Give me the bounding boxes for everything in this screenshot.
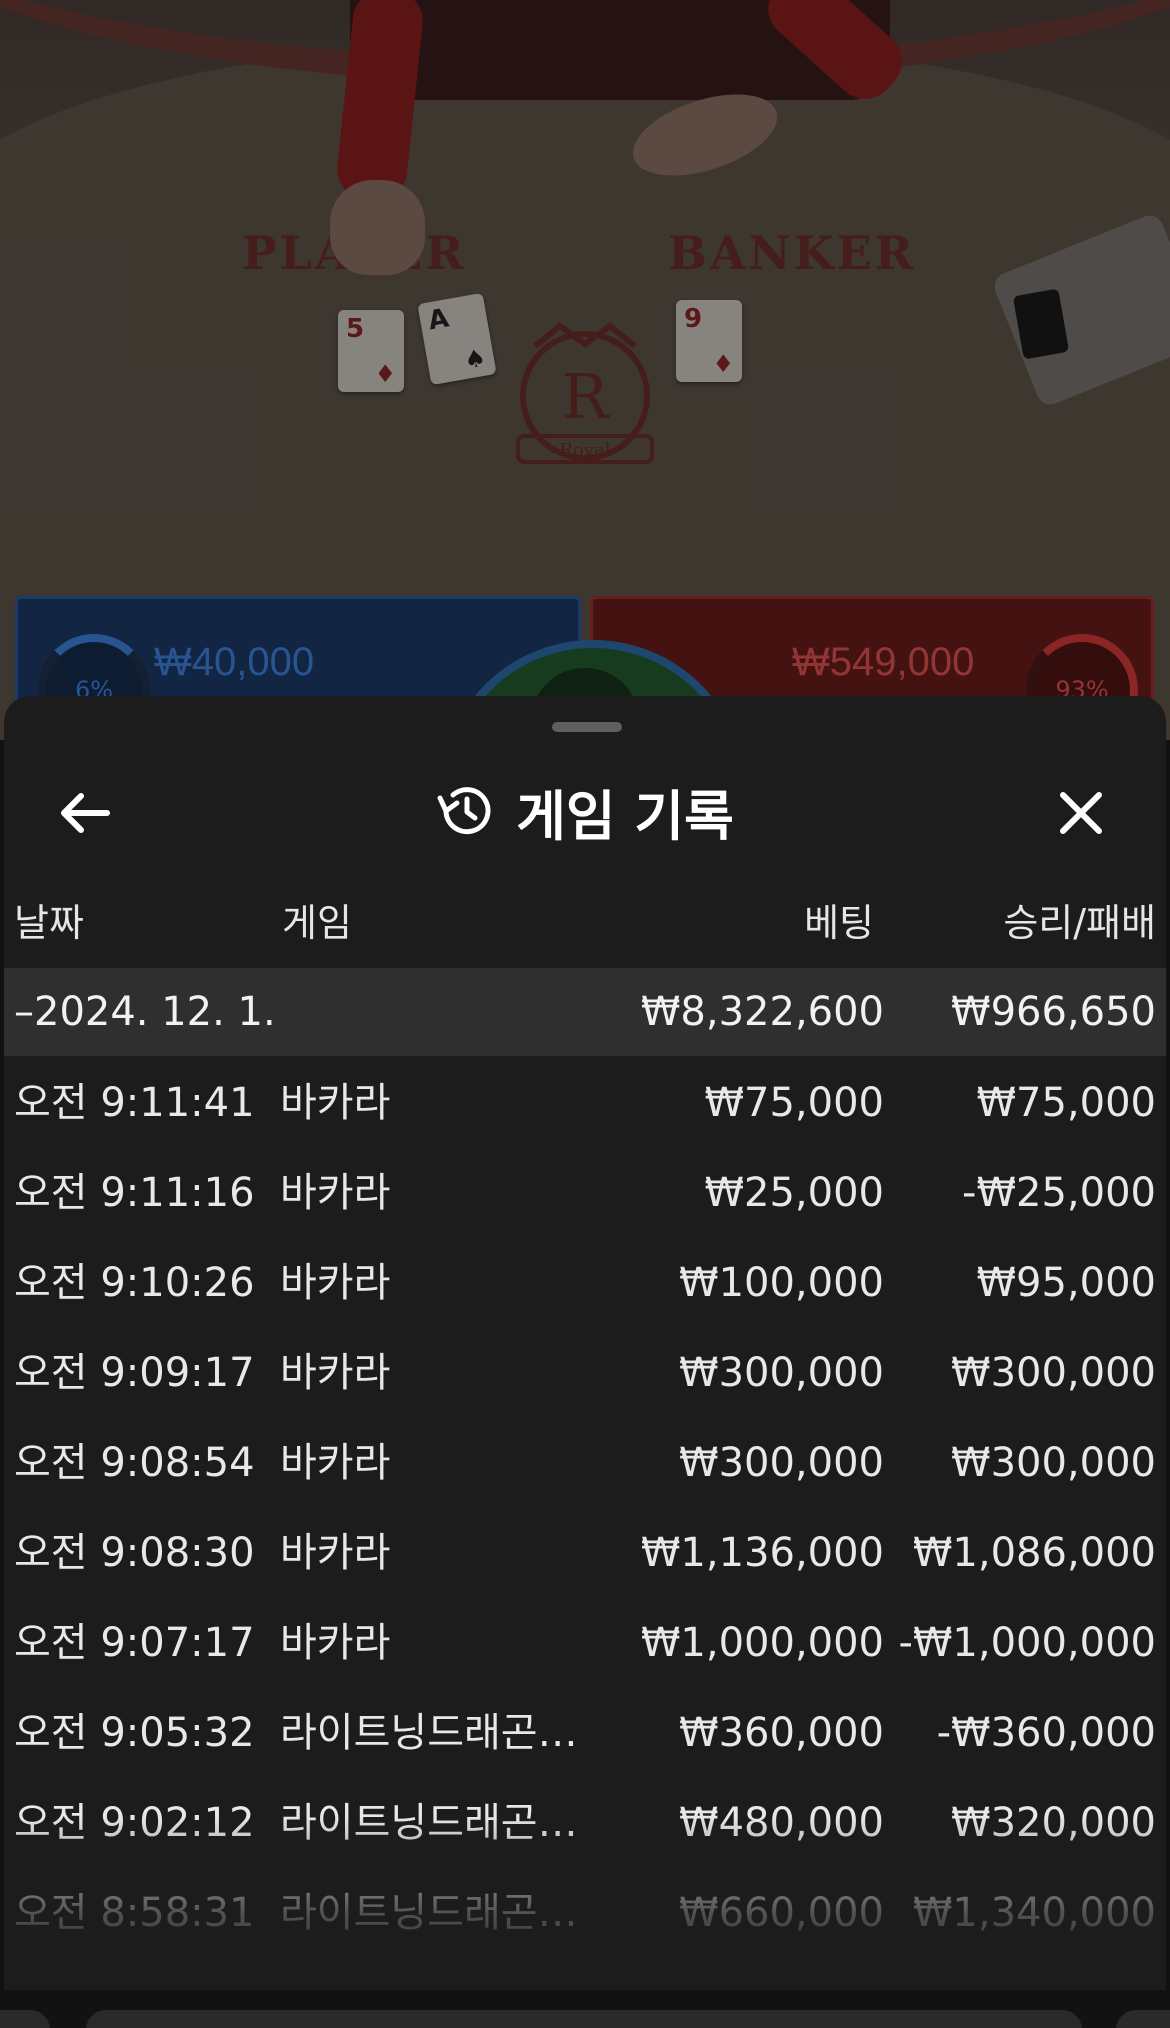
row-time: 오전 9:07:17: [14, 1620, 255, 1666]
game-history-sheet: 게임 기록 날짜 게임 베팅 승리/패배 –2024. 12. 1. ₩8,32…: [4, 696, 1166, 1990]
row-game: 라이트닝드래곤타...: [280, 1890, 610, 1936]
sheet-title-text: 게임 기록: [516, 784, 734, 848]
row-game: 바카라: [280, 1260, 391, 1306]
row-bet: ₩300,000: [679, 1350, 884, 1396]
row-time: 오전 9:10:26: [14, 1260, 255, 1306]
table-row[interactable]: 오전 9:02:12 라이트닝드래곤타... ₩480,000 ₩320,000: [4, 1776, 1166, 1866]
day-date: –2024. 12. 1.: [14, 989, 276, 1035]
row-result: ₩300,000: [951, 1440, 1156, 1486]
row-time: 오전 9:11:41: [14, 1080, 255, 1126]
row-game: 바카라: [280, 1080, 391, 1126]
day-summary-row[interactable]: –2024. 12. 1. ₩8,322,600 ₩966,650: [4, 968, 1166, 1056]
close-button[interactable]: [1046, 778, 1116, 848]
row-time: 오전 9:08:30: [14, 1530, 255, 1576]
table-row[interactable]: 오전 9:07:17 바카라 ₩1,000,000 -₩1,000,000: [4, 1596, 1166, 1686]
table-row[interactable]: 오전 9:11:41 바카라 ₩75,000 ₩75,000: [4, 1056, 1166, 1146]
row-result: ₩1,340,000: [912, 1890, 1156, 1936]
row-bet: ₩75,000: [704, 1080, 884, 1126]
row-time: 오전 9:11:16: [14, 1170, 255, 1216]
table-header: 날짜 게임 베팅 승리/패배: [4, 892, 1166, 946]
column-result-header: 승리/패배: [1003, 901, 1156, 945]
column-bet-header: 베팅: [804, 901, 874, 945]
row-game: 바카라: [280, 1530, 391, 1576]
table-row[interactable]: 오전 9:08:54 바카라 ₩300,000 ₩300,000: [4, 1416, 1166, 1506]
row-result: ₩95,000: [976, 1260, 1156, 1306]
app-root: PLAYER BANKER 5♦ A♠ 9♦ R Royal 6% 93% ₩4…: [0, 0, 1170, 2028]
row-time: 오전 9:05:32: [14, 1710, 255, 1756]
table-row[interactable]: 오전 9:05:32 라이트닝드래곤타... ₩360,000 -₩360,00…: [4, 1686, 1166, 1776]
row-game: 바카라: [280, 1440, 391, 1486]
row-time: 오전 8:58:31: [14, 1890, 255, 1936]
table-row[interactable]: 오전 9:08:30 바카라 ₩1,136,000 ₩1,086,000: [4, 1506, 1166, 1596]
history-table: –2024. 12. 1. ₩8,322,600 ₩966,650 오전 9:1…: [4, 968, 1166, 1956]
row-game: 라이트닝드래곤타...: [280, 1710, 610, 1756]
bottom-control[interactable]: [1116, 2010, 1170, 2028]
row-result: -₩360,000: [936, 1710, 1156, 1756]
row-time: 오전 9:08:54: [14, 1440, 255, 1486]
row-game: 바카라: [280, 1170, 391, 1216]
row-result: ₩300,000: [951, 1350, 1156, 1396]
row-game: 바카라: [280, 1620, 391, 1666]
row-result: -₩25,000: [962, 1170, 1156, 1216]
row-time: 오전 9:09:17: [14, 1350, 255, 1396]
row-result: -₩1,000,000: [898, 1620, 1156, 1666]
row-bet: ₩360,000: [679, 1710, 884, 1756]
row-result: ₩1,086,000: [912, 1530, 1156, 1576]
column-date-header: 날짜: [14, 901, 84, 945]
row-game: 라이트닝드래곤타...: [280, 1800, 610, 1846]
row-result: ₩320,000: [951, 1800, 1156, 1846]
row-bet: ₩1,000,000: [640, 1620, 884, 1666]
row-game: 바카라: [280, 1350, 391, 1396]
arrow-left-icon: [61, 793, 110, 833]
live-video-feed: PLAYER BANKER 5♦ A♠ 9♦ R Royal 6% 93% ₩4…: [0, 0, 1170, 740]
back-button[interactable]: [50, 778, 120, 848]
day-result-total: ₩966,650: [951, 989, 1156, 1035]
sheet-drag-handle[interactable]: [552, 722, 622, 732]
row-result: ₩75,000: [976, 1080, 1156, 1126]
bottom-control[interactable]: [86, 2010, 1082, 2028]
video-dim-overlay: [0, 0, 1170, 740]
table-row[interactable]: 오전 8:58:31 라이트닝드래곤타... ₩660,000 ₩1,340,0…: [4, 1866, 1166, 1956]
row-bet: ₩25,000: [704, 1170, 884, 1216]
history-icon: [437, 787, 491, 835]
row-bet: ₩660,000: [679, 1890, 884, 1936]
sheet-title: 게임 기록: [4, 756, 1166, 866]
table-row[interactable]: 오전 9:09:17 바카라 ₩300,000 ₩300,000: [4, 1326, 1166, 1416]
row-bet: ₩100,000: [679, 1260, 884, 1306]
day-bet-total: ₩8,322,600: [640, 989, 884, 1035]
sheet-header: 게임 기록: [4, 756, 1166, 866]
row-bet: ₩300,000: [679, 1440, 884, 1486]
close-icon: [1060, 792, 1102, 834]
table-row[interactable]: 오전 9:10:26 바카라 ₩100,000 ₩95,000: [4, 1236, 1166, 1326]
column-game-header: 게임: [282, 901, 352, 945]
row-bet: ₩480,000: [679, 1800, 884, 1846]
table-row[interactable]: 오전 9:11:16 바카라 ₩25,000 -₩25,000: [4, 1146, 1166, 1236]
row-bet: ₩1,136,000: [640, 1530, 884, 1576]
row-time: 오전 9:02:12: [14, 1800, 255, 1846]
